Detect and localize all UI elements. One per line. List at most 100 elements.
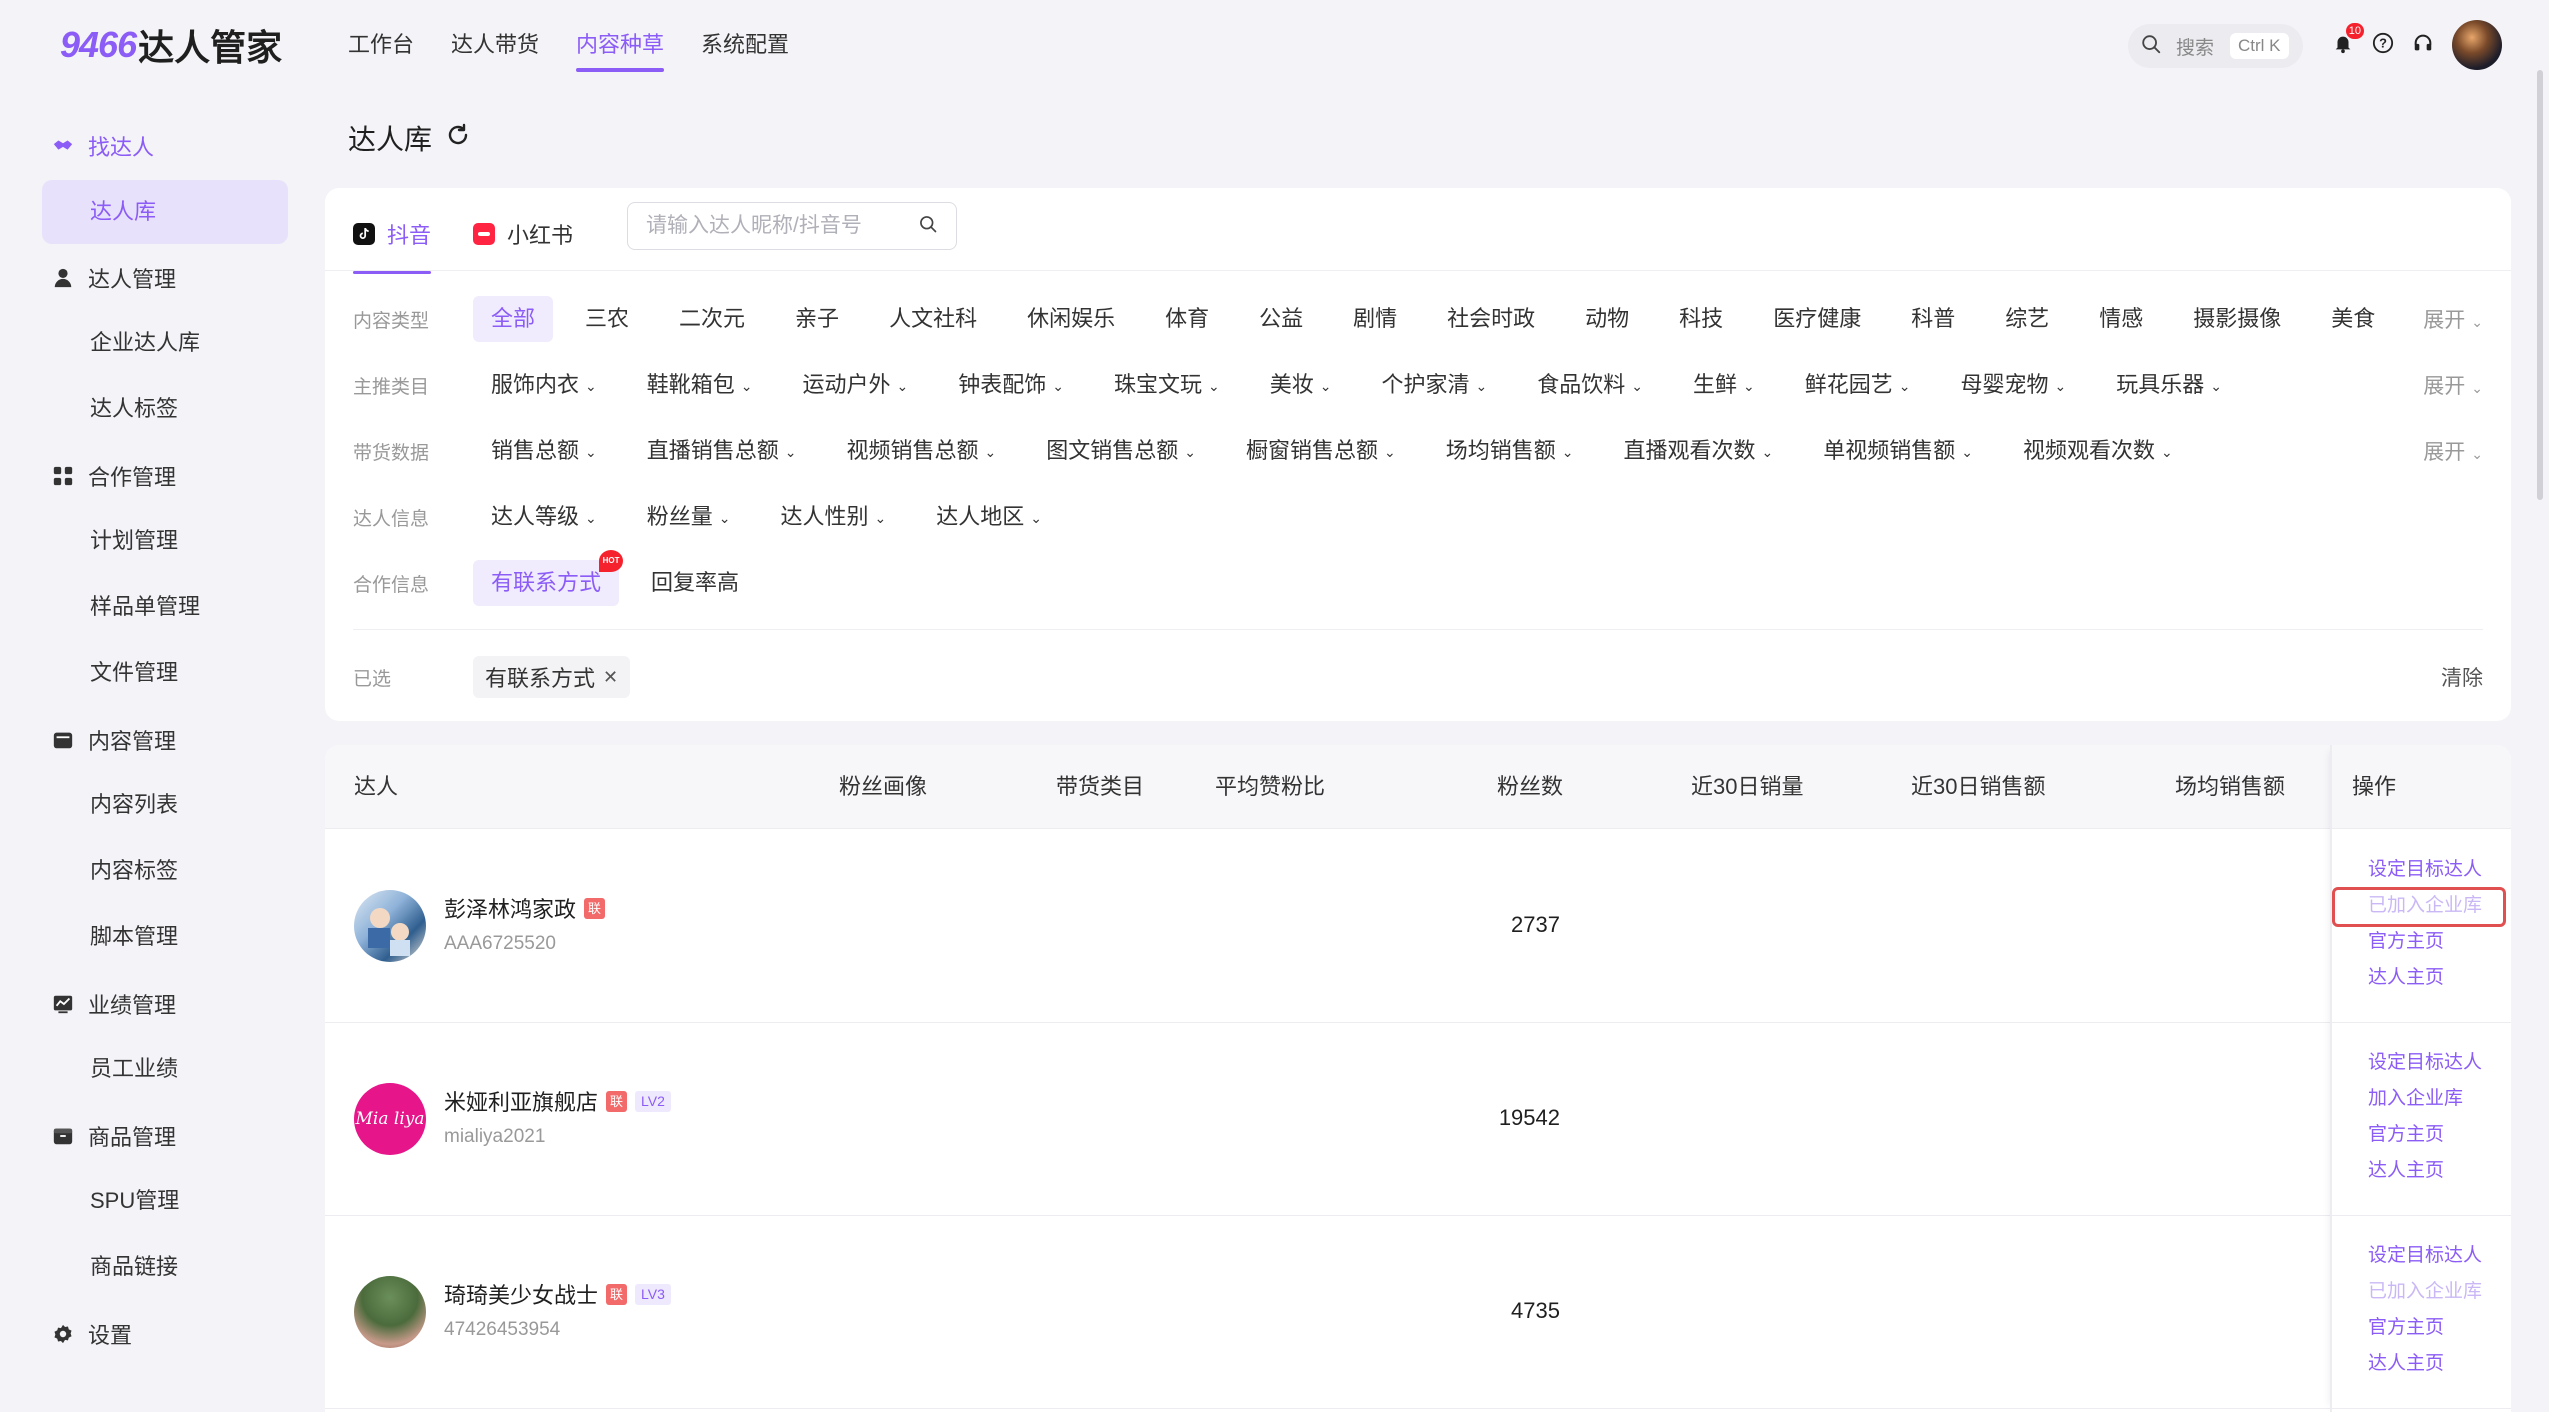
sidebar-item-plan-manage[interactable]: 计划管理 [42, 509, 288, 573]
refresh-icon[interactable] [446, 122, 470, 154]
talent-name[interactable]: 琦琦美少女战士 联 LV3 [444, 1278, 671, 1310]
nav-workbench[interactable]: 工作台 [348, 22, 429, 72]
official-home-link[interactable]: 官方主页 [2368, 924, 2511, 960]
clear-button[interactable]: 清除 [2441, 662, 2483, 692]
sidebar-group-settings[interactable]: 设置 [52, 1318, 132, 1350]
talent-home-link[interactable]: 达人主页 [2368, 1153, 2511, 1189]
filter-option[interactable]: 鞋靴箱包 ⌄ [629, 362, 771, 408]
headset-icon[interactable] [2410, 30, 2436, 56]
expand-button[interactable]: 展开 ⌄ [2423, 304, 2483, 334]
help-icon[interactable]: ? [2370, 30, 2396, 56]
filter-option[interactable]: 美食 [2313, 296, 2393, 342]
sidebar-item-goods-links[interactable]: 商品链接 [42, 1235, 288, 1299]
nav-system-config[interactable]: 系统配置 [701, 22, 804, 72]
filter-option[interactable]: 视频观看次数 ⌄ [2005, 428, 2191, 474]
filter-option[interactable]: 单视频销售额 ⌄ [1805, 428, 1991, 474]
filter-option[interactable]: 动物 [1567, 296, 1647, 342]
sidebar-group-goods[interactable]: 商品管理 [52, 1120, 176, 1152]
filter-option[interactable]: 体育 [1147, 296, 1227, 342]
sidebar-item-content-list[interactable]: 内容列表 [42, 773, 288, 837]
talent-name[interactable]: 彭泽林鸿家政 联 [444, 892, 606, 924]
filter-option[interactable]: 直播观看次数 ⌄ [1606, 428, 1792, 474]
filter-option[interactable]: 钟表配饰 ⌄ [940, 362, 1082, 408]
page-scrollbar[interactable] [2537, 70, 2543, 500]
nav-talent-sales[interactable]: 达人带货 [451, 22, 554, 72]
filter-option[interactable]: 亲子 [777, 296, 857, 342]
filter-option[interactable]: 人文社科 [871, 296, 995, 342]
sidebar-item-sample-manage[interactable]: 样品单管理 [42, 575, 288, 639]
filter-option[interactable]: 二次元 [661, 296, 763, 342]
official-home-link[interactable]: 官方主页 [2368, 1117, 2511, 1153]
filter-option[interactable]: 剧情 [1335, 296, 1415, 342]
global-search[interactable]: 搜索 Ctrl K [2128, 24, 2303, 68]
filter-option[interactable]: 鲜花园艺 ⌄ [1787, 362, 1929, 408]
filter-option[interactable]: 视频销售总额 ⌄ [829, 428, 1015, 474]
filter-option[interactable]: 销售总额 ⌄ [473, 428, 615, 474]
filter-option-high-reply[interactable]: 回复率高 [633, 560, 757, 606]
official-home-link[interactable]: 官方主页 [2368, 1310, 2511, 1346]
expand-button[interactable]: 展开 ⌄ [2423, 436, 2483, 466]
filter-option[interactable]: 休闲娱乐 [1009, 296, 1133, 342]
filter-option[interactable]: 运动户外 ⌄ [785, 362, 927, 408]
filter-option[interactable]: 达人等级 ⌄ [473, 494, 615, 540]
filter-option[interactable]: 粉丝量 ⌄ [629, 494, 749, 540]
sidebar-item-enterprise-library[interactable]: 企业达人库 [42, 311, 288, 375]
add-enterprise-link[interactable]: 加入企业库 [2368, 1081, 2511, 1117]
talent-name[interactable]: 米娅利亚旗舰店 联 LV2 [444, 1085, 671, 1117]
filter-option[interactable]: 场均销售额 ⌄ [1428, 428, 1592, 474]
filter-option[interactable]: 美妆 ⌄ [1252, 362, 1350, 408]
filter-option[interactable]: 医疗健康 [1755, 296, 1879, 342]
filter-option[interactable]: 三农 [567, 296, 647, 342]
filter-option[interactable]: 摄影摄像 [2175, 296, 2299, 342]
sidebar-item-talent-library[interactable]: 达人库 [42, 180, 288, 244]
filter-option[interactable]: 达人性别 ⌄ [763, 494, 905, 540]
close-icon[interactable]: ✕ [603, 667, 618, 688]
sidebar-item-spu-manage[interactable]: SPU管理 [42, 1169, 288, 1233]
app-logo[interactable]: 9466 达人管家 [60, 20, 282, 70]
filter-option-has-contact[interactable]: 有联系方式 HOT [473, 550, 624, 606]
filter-option[interactable]: 服饰内衣 ⌄ [473, 362, 615, 408]
nav-content-seeding[interactable]: 内容种草 [576, 22, 679, 72]
talent-home-link[interactable]: 达人主页 [2368, 960, 2511, 996]
sidebar-item-talent-tags[interactable]: 达人标签 [42, 377, 288, 441]
sidebar-group-talent-manage[interactable]: 达人管理 [52, 262, 176, 294]
avatar[interactable]: Mia liya [354, 1083, 426, 1155]
set-target-link[interactable]: 设定目标达人 [2368, 852, 2511, 888]
filter-option[interactable]: 全部 [473, 296, 554, 342]
filter-option[interactable]: 情感 [2081, 296, 2161, 342]
filter-option[interactable]: 橱窗销售总额 ⌄ [1228, 428, 1414, 474]
sidebar-group-content[interactable]: 内容管理 [52, 724, 176, 756]
filter-option[interactable]: 公益 [1241, 296, 1321, 342]
expand-button[interactable]: 展开 ⌄ [2423, 370, 2483, 400]
filter-option[interactable]: 食品饮料 ⌄ [1519, 362, 1661, 408]
filter-option[interactable]: 科普 [1893, 296, 1973, 342]
search-icon[interactable] [918, 214, 938, 239]
sidebar-item-content-tags[interactable]: 内容标签 [42, 839, 288, 903]
filter-option[interactable]: 个护家清 ⌄ [1364, 362, 1506, 408]
filter-option[interactable]: 生鲜 ⌄ [1675, 362, 1773, 408]
filter-option[interactable]: 综艺 [1987, 296, 2067, 342]
talent-home-link[interactable]: 达人主页 [2368, 1346, 2511, 1382]
set-target-link[interactable]: 设定目标达人 [2368, 1045, 2511, 1081]
filter-option[interactable]: 达人地区 ⌄ [918, 494, 1060, 540]
sidebar-item-staff-performance[interactable]: 员工业绩 [42, 1037, 288, 1101]
set-target-link[interactable]: 设定目标达人 [2368, 1238, 2511, 1274]
filter-option[interactable]: 玩具乐器 ⌄ [2098, 362, 2240, 408]
sidebar-item-file-manage[interactable]: 文件管理 [42, 641, 288, 705]
tab-xiaohongshu[interactable]: 小红书 [473, 202, 573, 266]
talent-search-input[interactable] [646, 214, 918, 238]
sidebar-item-script-manage[interactable]: 脚本管理 [42, 905, 288, 969]
filter-option[interactable]: 图文销售总额 ⌄ [1028, 428, 1214, 474]
sidebar-group-find-talent[interactable]: 找达人 [52, 130, 154, 162]
bell-icon[interactable]: 10 [2330, 23, 2364, 56]
avatar[interactable] [354, 890, 426, 962]
filter-option[interactable]: 珠宝文玩 ⌄ [1096, 362, 1238, 408]
sidebar-group-performance[interactable]: 业绩管理 [52, 988, 176, 1020]
filter-option[interactable]: 直播销售总额 ⌄ [629, 428, 815, 474]
avatar[interactable] [354, 1276, 426, 1348]
filter-option[interactable]: 社会时政 [1429, 296, 1553, 342]
tab-douyin[interactable]: 抖音 [353, 202, 432, 274]
user-avatar[interactable] [2452, 20, 2502, 70]
filter-option[interactable]: 母婴宠物 ⌄ [1943, 362, 2085, 408]
added-enterprise-link[interactable]: 已加入企业库 [2368, 1274, 2511, 1310]
